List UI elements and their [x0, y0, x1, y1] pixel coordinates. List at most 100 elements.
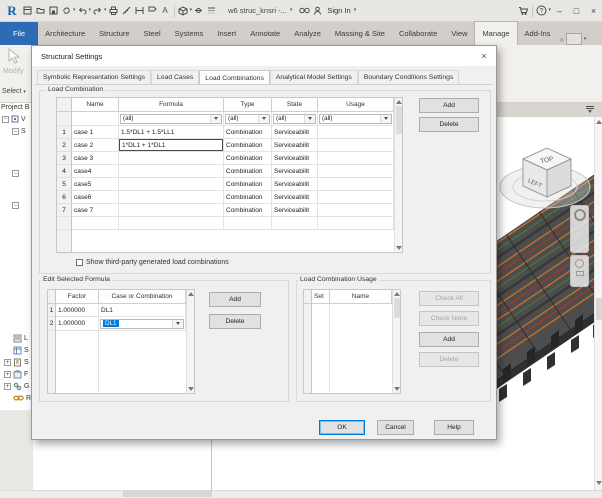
- scroll-up-icon[interactable]: [395, 100, 402, 104]
- ribbon-tab-insert[interactable]: Insert: [210, 22, 243, 45]
- modify-arrow-icon[interactable]: [7, 47, 22, 67]
- usage-check-none-button[interactable]: Check None: [419, 311, 479, 326]
- ok-button[interactable]: OK: [319, 420, 365, 435]
- table-vertical-scrollbar[interactable]: [394, 98, 402, 252]
- collapse-icon[interactable]: −: [12, 202, 19, 209]
- redo-icon[interactable]: [91, 3, 104, 19]
- panel-state-caret-icon[interactable]: ▾: [584, 36, 587, 42]
- ribbon-tab-analyze[interactable]: Analyze: [287, 22, 328, 45]
- tree-item-views[interactable]: − V: [2, 115, 26, 123]
- tab-overflow-icon[interactable]: »: [559, 35, 563, 44]
- horizontal-scrollbar-thumb[interactable]: [123, 491, 212, 497]
- ribbon-tab-add-ins[interactable]: Add-Ins: [518, 22, 558, 45]
- tree-item-families[interactable]: + F: [4, 370, 28, 379]
- measure-icon[interactable]: [120, 3, 133, 19]
- usage-filter-dropdown[interactable]: (all): [319, 113, 392, 124]
- tab-load-combinations[interactable]: Load Combinations: [199, 70, 270, 85]
- tree-item-node[interactable]: −: [12, 170, 21, 177]
- print-icon[interactable]: [107, 3, 120, 19]
- ribbon-tab-structure[interactable]: Structure: [92, 22, 136, 45]
- expand-icon[interactable]: +: [4, 383, 11, 390]
- undo-icon[interactable]: [76, 3, 89, 19]
- panel-collapse-icon[interactable]: [586, 106, 594, 113]
- ribbon-tab-view[interactable]: View: [444, 22, 474, 45]
- cancel-button[interactable]: Cancel: [377, 420, 414, 435]
- tree-item-sheets[interactable]: + S: [4, 358, 29, 367]
- steering-wheel-icon[interactable]: [573, 209, 586, 221]
- minimize-button[interactable]: –: [551, 3, 568, 19]
- tab-boundary-conditions-settings[interactable]: Boundary Conditions Settings: [357, 70, 460, 84]
- ribbon-tab-architecture[interactable]: Architecture: [38, 22, 92, 45]
- tree-item-groups[interactable]: + G: [4, 382, 29, 391]
- cart-icon[interactable]: [517, 3, 530, 19]
- table-row-empty[interactable]: [57, 217, 394, 230]
- scrollbar-thumb[interactable]: [395, 106, 402, 134]
- navigation-bar-zoom[interactable]: [570, 255, 589, 287]
- usage-check-all-button[interactable]: Check All: [419, 291, 479, 306]
- signin-caret-icon[interactable]: ▾: [354, 8, 357, 13]
- ribbon-tab-annotate[interactable]: Annotate: [243, 22, 287, 45]
- scroll-down-icon[interactable]: [596, 481, 602, 485]
- type-filter-dropdown[interactable]: (all): [225, 113, 270, 124]
- help-button[interactable]: Help: [434, 420, 474, 435]
- thin-lines-icon[interactable]: [205, 3, 218, 19]
- tree-item-node[interactable]: −: [12, 202, 21, 209]
- dialog-close-icon[interactable]: ×: [472, 47, 496, 65]
- usage-delete-button[interactable]: Delete: [419, 352, 479, 367]
- scrollbar-thumb[interactable]: [393, 298, 400, 318]
- close-button[interactable]: ×: [585, 3, 602, 19]
- panel-state-icon[interactable]: [565, 33, 582, 45]
- table-vertical-scrollbar[interactable]: [186, 290, 194, 393]
- tag-icon[interactable]: [146, 3, 159, 19]
- sync-icon[interactable]: [60, 3, 73, 19]
- ribbon-tab-collaborate[interactable]: Collaborate: [392, 22, 444, 45]
- ribbon-tab-file[interactable]: File: [0, 22, 39, 45]
- tree-item-schedules[interactable]: S: [13, 346, 29, 355]
- formula-filter-dropdown[interactable]: (all): [120, 113, 222, 124]
- selected-case-value[interactable]: DL1: [103, 320, 119, 327]
- collapse-icon[interactable]: −: [12, 170, 19, 177]
- scroll-down-icon[interactable]: [393, 387, 400, 391]
- expand-icon[interactable]: +: [4, 359, 11, 366]
- dropdown-icon[interactable]: [172, 319, 183, 328]
- section-icon[interactable]: [192, 3, 205, 19]
- revit-logo[interactable]: R: [3, 2, 21, 20]
- ribbon-tab-steel[interactable]: Steel: [137, 22, 168, 45]
- state-filter-dropdown[interactable]: (all): [273, 113, 316, 124]
- third-party-checkbox[interactable]: [76, 259, 83, 266]
- ribbon-tab-systems[interactable]: Systems: [168, 22, 211, 45]
- tab-symbolic-representation-settings[interactable]: Symbolic Representation Settings: [37, 70, 152, 84]
- table-vertical-scrollbar[interactable]: [392, 290, 400, 393]
- scroll-down-icon[interactable]: [395, 246, 402, 250]
- default-3d-view-icon[interactable]: [177, 3, 190, 19]
- title-caret-icon[interactable]: ▾: [290, 8, 293, 13]
- zoom-icon[interactable]: [575, 259, 584, 268]
- select-dropdown[interactable]: Select ▾: [2, 88, 26, 95]
- edit-formula-delete-button[interactable]: Delete: [209, 314, 261, 329]
- text-icon[interactable]: A: [159, 3, 172, 19]
- scrollbar-thumb[interactable]: [596, 298, 602, 320]
- maximize-button[interactable]: □: [568, 3, 585, 19]
- dropdown-icon[interactable]: [304, 114, 315, 123]
- scroll-up-icon[interactable]: [187, 292, 194, 296]
- ribbon-tab-manage[interactable]: Manage: [474, 21, 518, 45]
- tree-item-revit-links[interactable]: R: [13, 394, 31, 402]
- user-icon[interactable]: [311, 3, 324, 19]
- save-icon[interactable]: [47, 3, 60, 19]
- ribbon-tab-massing-site[interactable]: Massing & Site: [328, 22, 392, 45]
- case-combobox[interactable]: DL1: [100, 318, 184, 329]
- usage-add-button[interactable]: Add: [419, 332, 479, 347]
- expand-icon[interactable]: +: [4, 371, 11, 378]
- scroll-up-icon[interactable]: [596, 120, 602, 124]
- formula-edit-input[interactable]: 1*DL1 + 1*DL1: [119, 139, 223, 151]
- edit-formula-add-button[interactable]: Add: [209, 292, 261, 307]
- collapse-icon[interactable]: −: [12, 128, 19, 135]
- dropdown-icon[interactable]: [210, 114, 221, 123]
- tab-load-cases[interactable]: Load Cases: [151, 70, 200, 84]
- aligned-dimension-icon[interactable]: [133, 3, 146, 19]
- window-icon[interactable]: [21, 3, 34, 19]
- dropdown-icon[interactable]: [380, 114, 391, 123]
- scroll-down-icon[interactable]: [187, 387, 194, 391]
- search-icon[interactable]: [298, 3, 311, 19]
- tab-analytical-model-settings[interactable]: Analytical Model Settings: [269, 70, 358, 84]
